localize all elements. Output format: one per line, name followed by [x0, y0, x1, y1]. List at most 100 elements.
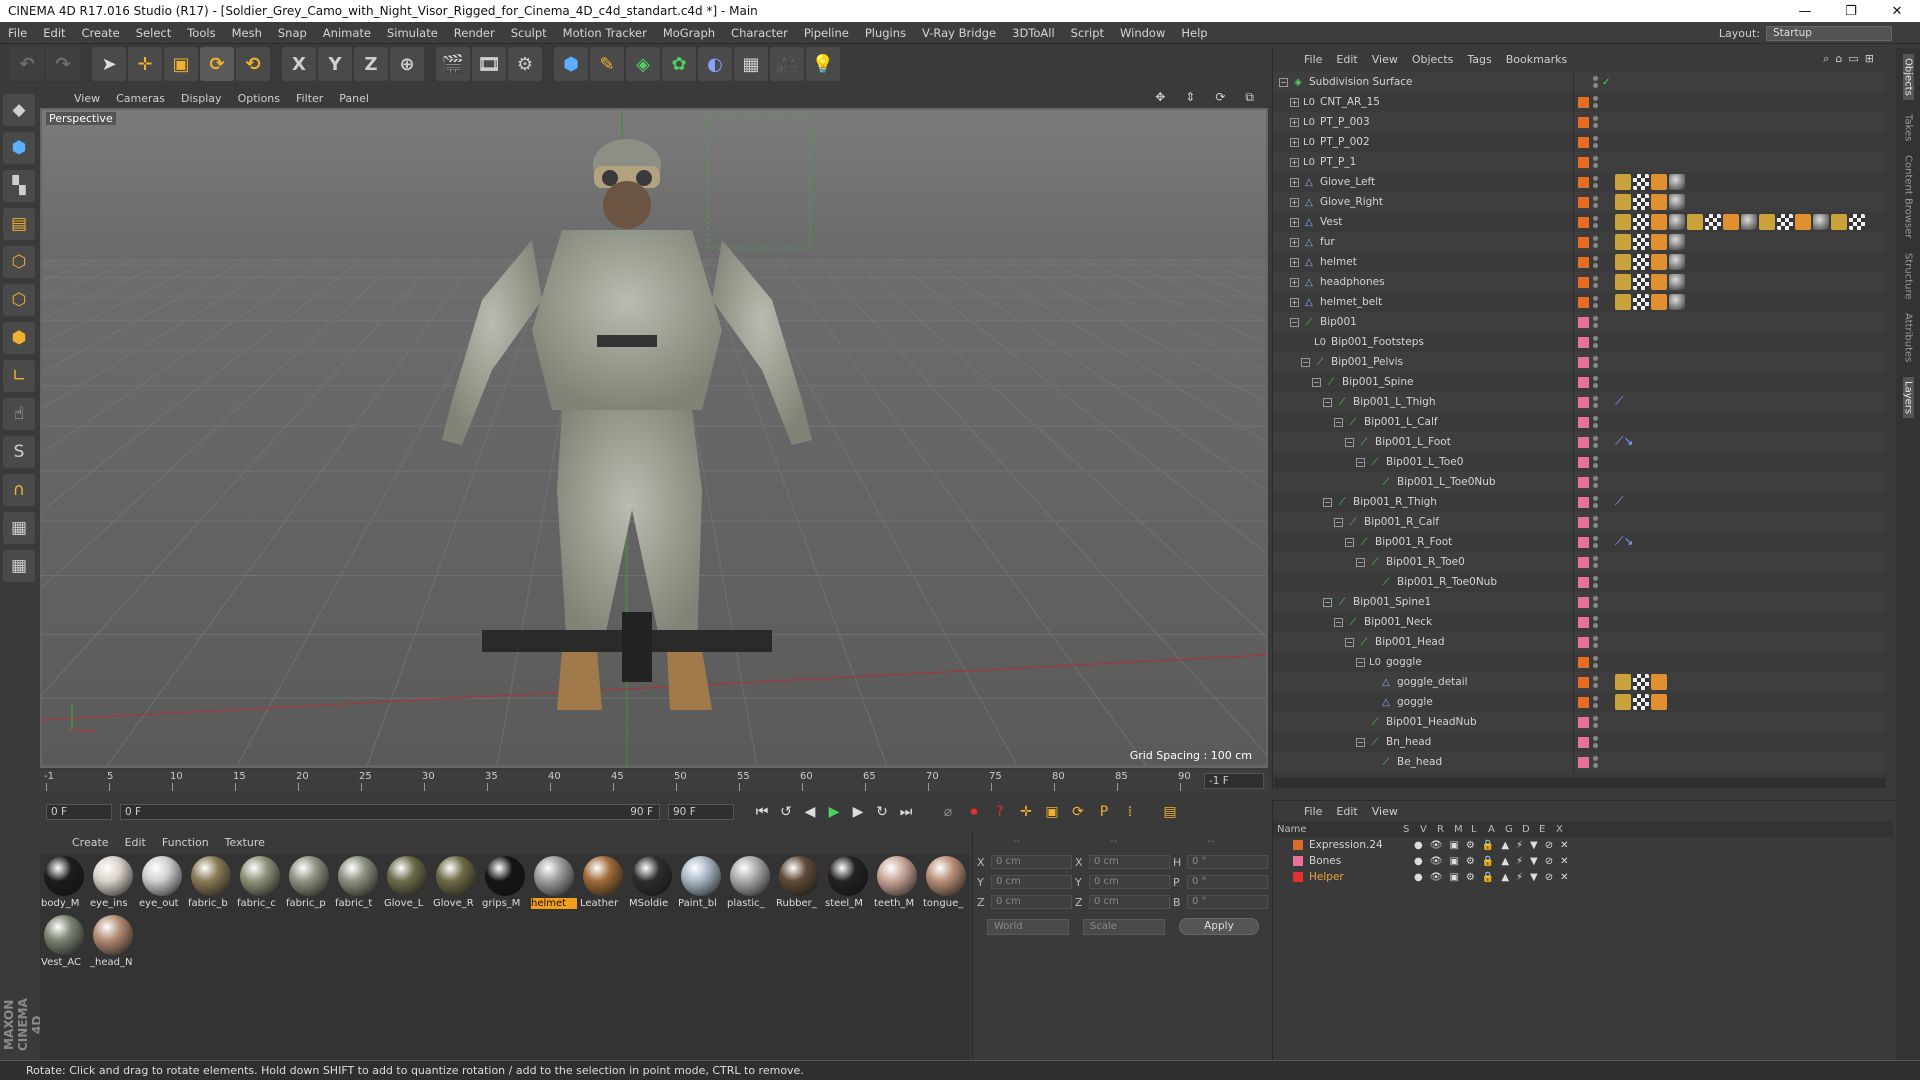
coord-value-field[interactable]: 0 cm — [1088, 855, 1170, 869]
y-axis-lock-button[interactable]: Y — [318, 47, 352, 81]
material-swatch[interactable]: fabric_b — [188, 856, 233, 914]
texture-tag-icon[interactable] — [1633, 694, 1649, 710]
object-row[interactable]: − ⟋ Bip001_L_Toe0 — [1273, 452, 1885, 472]
material-tag-icon[interactable] — [1615, 214, 1631, 230]
material-tag-icon[interactable] — [1723, 214, 1739, 230]
material-menu-texture[interactable]: Texture — [217, 836, 273, 849]
next-frame-icon[interactable]: ▶ — [846, 801, 870, 823]
menu-create[interactable]: Create — [74, 26, 128, 40]
workplane-lock-icon[interactable]: ▦ — [3, 550, 35, 582]
object-row[interactable]: △ goggle — [1273, 692, 1885, 712]
layer-toggle-icon[interactable]: ✕ — [1560, 856, 1568, 867]
visibility-dots[interactable] — [1593, 736, 1598, 748]
material-tag-icon[interactable] — [1615, 194, 1631, 210]
layer-column-g[interactable]: G — [1505, 824, 1522, 835]
object-menu-bookmarks[interactable]: Bookmarks — [1499, 53, 1574, 66]
cloner-icon[interactable]: ✿ — [662, 47, 696, 81]
menu-simulate[interactable]: Simulate — [379, 26, 446, 40]
object-row[interactable]: − ◈ Subdivision Surface ✓ — [1273, 72, 1885, 92]
expand-toggle[interactable]: + — [1290, 117, 1299, 127]
layer-color-swatch[interactable] — [1578, 696, 1589, 708]
material-swatch[interactable]: Vest_AC — [41, 915, 86, 973]
visibility-dots[interactable] — [1593, 136, 1598, 148]
material-swatch[interactable]: body_M — [41, 856, 86, 914]
visibility-dots[interactable] — [1593, 636, 1598, 648]
layer-toggle-icon[interactable]: ● — [1414, 856, 1423, 867]
model-mode-icon[interactable]: ⬢ — [3, 132, 35, 164]
material-swatch[interactable]: fabric_p — [286, 856, 331, 914]
material-swatch[interactable]: _head_N — [90, 915, 135, 973]
object-row[interactable]: ⟋ Be_head — [1273, 752, 1885, 772]
camera-icon[interactable]: 🎥 — [770, 47, 804, 81]
layer-row[interactable]: Bones ● 👁 ▣ ⚙ 🔒 ▲ ⚡ ▼ ⊘ ✕ — [1273, 853, 1894, 869]
material-swatch[interactable]: fabric_t — [335, 856, 380, 914]
ik-tag-icon[interactable]: ⟋ — [1615, 394, 1623, 410]
expand-toggle[interactable]: + — [1290, 137, 1299, 147]
layer-color-swatch[interactable] — [1578, 476, 1589, 488]
object-row[interactable]: + △ Vest — [1273, 212, 1885, 232]
search-icon[interactable]: ⌕ — [1823, 52, 1829, 66]
viewport-move-icon[interactable]: ✥ — [1147, 90, 1173, 105]
object-row[interactable]: − ⟋ Bip001_Pelvis — [1273, 352, 1885, 372]
coordinate-system-icon[interactable]: ⊕ — [390, 47, 424, 81]
menu-edit[interactable]: Edit — [35, 26, 73, 40]
visibility-dots[interactable] — [1593, 216, 1598, 228]
layer-toggle-icon[interactable]: 🔒 — [1482, 872, 1494, 883]
layer-menu-view[interactable]: View — [1365, 805, 1405, 818]
object-menu-tags[interactable]: Tags — [1460, 53, 1498, 66]
menu-snap[interactable]: Snap — [270, 26, 315, 40]
coord-value-field[interactable]: 0 cm — [990, 895, 1072, 909]
material-swatch[interactable]: Glove_L — [384, 856, 429, 914]
expand-toggle[interactable]: − — [1356, 457, 1365, 467]
material-tag-icon[interactable] — [1651, 294, 1667, 310]
layer-color-swatch[interactable] — [1578, 77, 1589, 88]
layer-toggle-icon[interactable]: ▼ — [1530, 872, 1538, 883]
size-mode-dropdown[interactable]: Scale — [1083, 918, 1165, 935]
material-tag-icon[interactable] — [1615, 274, 1631, 290]
layer-toggle-icon[interactable]: ⚙ — [1466, 856, 1475, 867]
visibility-dots[interactable] — [1593, 96, 1598, 108]
render-view-icon[interactable]: 🎬 — [436, 47, 470, 81]
layer-row[interactable]: Helper ● 👁 ▣ ⚙ 🔒 ▲ ⚡ ▼ ⊘ ✕ — [1273, 869, 1894, 885]
visibility-dots[interactable] — [1593, 196, 1598, 208]
layer-toggle-icon[interactable]: ▣ — [1449, 856, 1458, 867]
tweak-mode-icon[interactable]: ☝ — [3, 398, 35, 430]
object-menu-view[interactable]: View — [1365, 53, 1405, 66]
layer-color-swatch[interactable] — [1578, 236, 1589, 248]
apply-button[interactable]: Apply — [1179, 918, 1259, 935]
record-active-objects-icon[interactable]: ⏺ — [962, 801, 986, 823]
layer-color-swatch[interactable] — [1578, 136, 1589, 148]
visibility-dots[interactable] — [1593, 396, 1598, 408]
expand-toggle[interactable]: + — [1290, 177, 1299, 187]
layer-column-name[interactable]: Name — [1277, 824, 1403, 835]
scale-icon[interactable]: ▣ — [164, 47, 198, 81]
redo-icon[interactable]: ↷ — [46, 47, 80, 81]
material-swatch[interactable]: Glove_R — [433, 856, 478, 914]
layer-color-swatch[interactable] — [1578, 436, 1589, 448]
visibility-dots[interactable] — [1593, 496, 1598, 508]
visibility-dots[interactable] — [1593, 616, 1598, 628]
layer-column-x[interactable]: X — [1556, 824, 1573, 835]
menu-help[interactable]: Help — [1173, 26, 1215, 40]
expand-toggle[interactable]: + — [1290, 277, 1299, 287]
visibility-dots[interactable] — [1593, 536, 1598, 548]
z-axis-lock-button[interactable]: Z — [354, 47, 388, 81]
snap-icon[interactable]: ∩ — [3, 474, 35, 506]
expand-toggle[interactable]: − — [1323, 397, 1332, 407]
material-tag-icon[interactable] — [1651, 194, 1667, 210]
material-tag-icon[interactable] — [1615, 694, 1631, 710]
visibility-dots[interactable] — [1593, 516, 1598, 528]
layer-color-swatch[interactable] — [1578, 656, 1589, 668]
subdivision-generator-icon[interactable]: ◈ — [626, 47, 660, 81]
object-row[interactable]: + L0 PT_P_002 — [1273, 132, 1885, 152]
material-tag-icon[interactable] — [1759, 214, 1775, 230]
layer-color-swatch[interactable] — [1578, 296, 1589, 308]
layer-color-swatch[interactable] — [1578, 596, 1589, 608]
visibility-dots[interactable] — [1593, 156, 1598, 168]
material-tag-icon[interactable] — [1795, 214, 1811, 230]
layer-color-swatch[interactable] — [1578, 256, 1589, 268]
material-menu-function[interactable]: Function — [154, 836, 217, 849]
expand-toggle[interactable]: − — [1323, 597, 1332, 607]
viewport-menu-panel[interactable]: Panel — [331, 92, 377, 105]
layer-toggle-icon[interactable]: ▣ — [1449, 872, 1458, 883]
